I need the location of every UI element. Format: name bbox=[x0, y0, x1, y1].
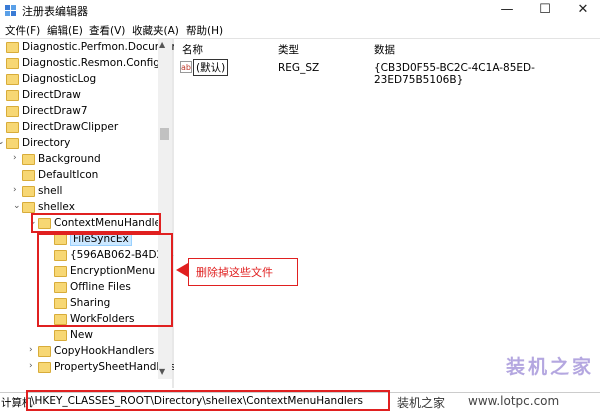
value-name[interactable]: (默认) bbox=[193, 59, 229, 76]
highlight-status-path bbox=[26, 390, 390, 411]
folder-icon bbox=[6, 58, 19, 69]
value-type: REG_SZ bbox=[278, 62, 320, 74]
chevron-down-icon[interactable]: ⌄ bbox=[0, 137, 5, 147]
tree-node-label: shell bbox=[38, 185, 63, 197]
folder-icon bbox=[38, 346, 51, 357]
chevron-right-icon[interactable]: › bbox=[13, 153, 17, 163]
tree-node-label: Directory bbox=[22, 137, 71, 149]
annotation-arrow-icon bbox=[176, 263, 188, 277]
menu-edit[interactable]: 编辑(E) bbox=[47, 23, 83, 38]
folder-icon bbox=[54, 330, 67, 341]
folder-icon bbox=[6, 74, 19, 85]
tree-node-label: DefaultIcon bbox=[38, 169, 99, 181]
minimize-button[interactable]: — bbox=[492, 1, 522, 19]
close-button[interactable]: ✕ bbox=[568, 1, 598, 19]
values-pane[interactable] bbox=[174, 39, 600, 388]
tree-node-label: shellex bbox=[38, 201, 75, 213]
watermark-site-name: 装机之家 bbox=[397, 396, 446, 410]
scroll-down-icon[interactable]: ▼ bbox=[159, 367, 165, 376]
tree-node-label: DirectDraw7 bbox=[22, 105, 88, 117]
regedit-app-icon bbox=[4, 3, 18, 17]
folder-icon bbox=[6, 122, 19, 133]
maximize-button[interactable]: ☐ bbox=[530, 1, 560, 19]
tree-node-label: DirectDraw bbox=[22, 89, 81, 101]
column-header-data[interactable]: 数据 bbox=[374, 42, 395, 57]
highlight-contextmenuhandlers bbox=[31, 213, 161, 233]
scroll-up-icon[interactable]: ▲ bbox=[159, 40, 165, 49]
value-data: {CB3D0F55-BC2C-4C1A-85ED-23ED75B5106B} bbox=[374, 62, 535, 86]
tree-node-label: DiagnosticLog bbox=[22, 73, 97, 85]
folder-icon bbox=[6, 42, 19, 53]
folder-icon bbox=[22, 202, 35, 213]
chevron-down-icon[interactable]: ⌄ bbox=[13, 201, 21, 211]
folder-icon bbox=[6, 106, 19, 117]
tree-node-label: Diagnostic.Resmon.Config bbox=[22, 57, 160, 69]
menu-favorites[interactable]: 收藏夹(A) bbox=[132, 23, 179, 38]
folder-icon bbox=[6, 90, 19, 101]
tree-node-label: Background bbox=[38, 153, 101, 165]
chevron-right-icon[interactable]: › bbox=[29, 345, 33, 355]
folder-icon bbox=[6, 138, 19, 149]
highlight-child-keys bbox=[37, 233, 173, 327]
column-header-type[interactable]: 类型 bbox=[278, 42, 299, 57]
string-value-icon: ab bbox=[180, 61, 192, 73]
tree-scrollbar[interactable] bbox=[158, 39, 172, 379]
tree-node-label: DirectDrawClipper bbox=[22, 121, 119, 133]
chevron-right-icon[interactable]: › bbox=[29, 361, 33, 371]
chevron-right-icon[interactable]: › bbox=[13, 185, 17, 195]
folder-icon bbox=[22, 186, 35, 197]
menu-file[interactable]: 文件(F) bbox=[5, 23, 40, 38]
watermark-logo: 装机之家 bbox=[506, 356, 595, 378]
folder-icon bbox=[22, 170, 35, 181]
annotation-text: 删除掉这些文件 bbox=[196, 266, 273, 279]
menu-view[interactable]: 查看(V) bbox=[89, 23, 125, 38]
column-header-name[interactable]: 名称 bbox=[182, 42, 203, 57]
folder-icon bbox=[38, 362, 51, 373]
watermark-url: www.lotpc.com bbox=[468, 394, 560, 408]
tree-node-label: CopyHookHandlers bbox=[54, 345, 155, 357]
folder-icon bbox=[22, 154, 35, 165]
tree-node-label: Diagnostic.Perfmon.Documen bbox=[22, 41, 179, 53]
window-title: 注册表编辑器 bbox=[22, 5, 88, 18]
tree-node-label: New bbox=[70, 329, 93, 341]
menu-help[interactable]: 帮助(H) bbox=[186, 23, 223, 38]
tree-scroll-thumb[interactable] bbox=[160, 128, 169, 140]
